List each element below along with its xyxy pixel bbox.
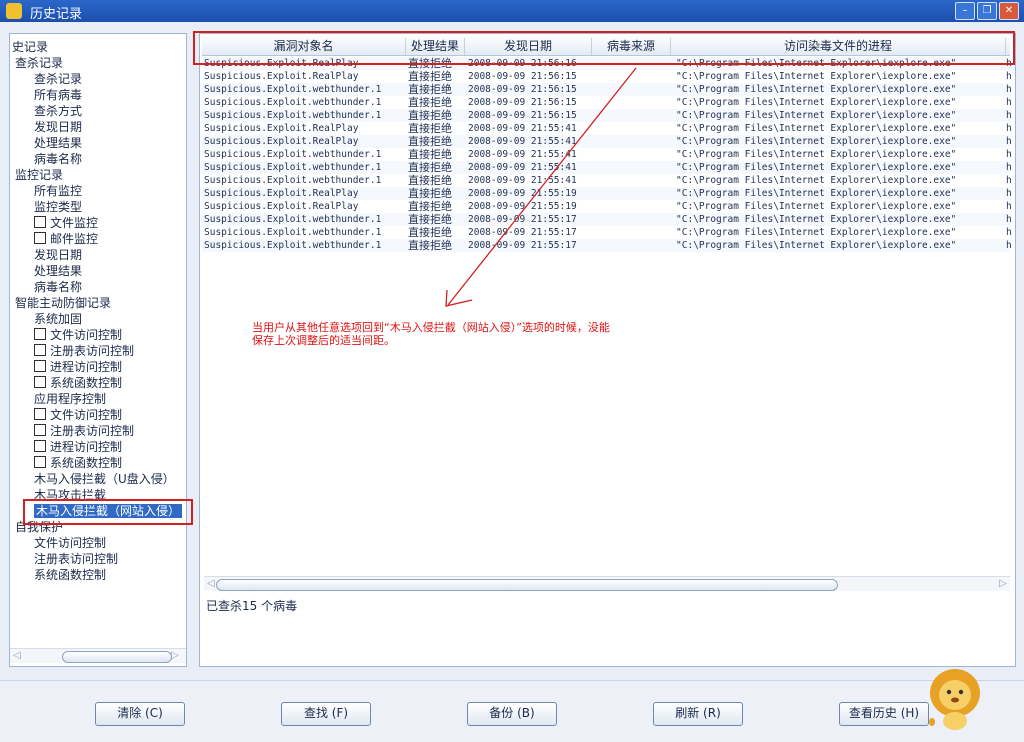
refresh-button[interactable]: 刷新 (R) [653, 702, 743, 726]
annotation-arrow [445, 67, 637, 307]
button-bar: 清除 (C) 查找 (F) 备份 (B) 刷新 (R) 查看历史 (H) [0, 680, 1024, 742]
find-button[interactable]: 查找 (F) [281, 702, 371, 726]
annotation-line-2: 保存上次调整后的适当间距。 [252, 334, 395, 347]
clear-button[interactable]: 清除 (C) [95, 702, 185, 726]
annotation-line-1: 当用户从其他任意选项回到“木马入侵拦截（网站入侵）”选项的时候，没能 [252, 321, 610, 334]
backup-button[interactable]: 备份 (B) [467, 702, 557, 726]
view-history-button[interactable]: 查看历史 (H) [839, 702, 929, 726]
lion-mascot-icon [929, 669, 980, 730]
annotation-text: 当用户从其他任意选项回到“木马入侵拦截（网站入侵）”选项的时候，没能 保存上次调… [252, 321, 672, 347]
